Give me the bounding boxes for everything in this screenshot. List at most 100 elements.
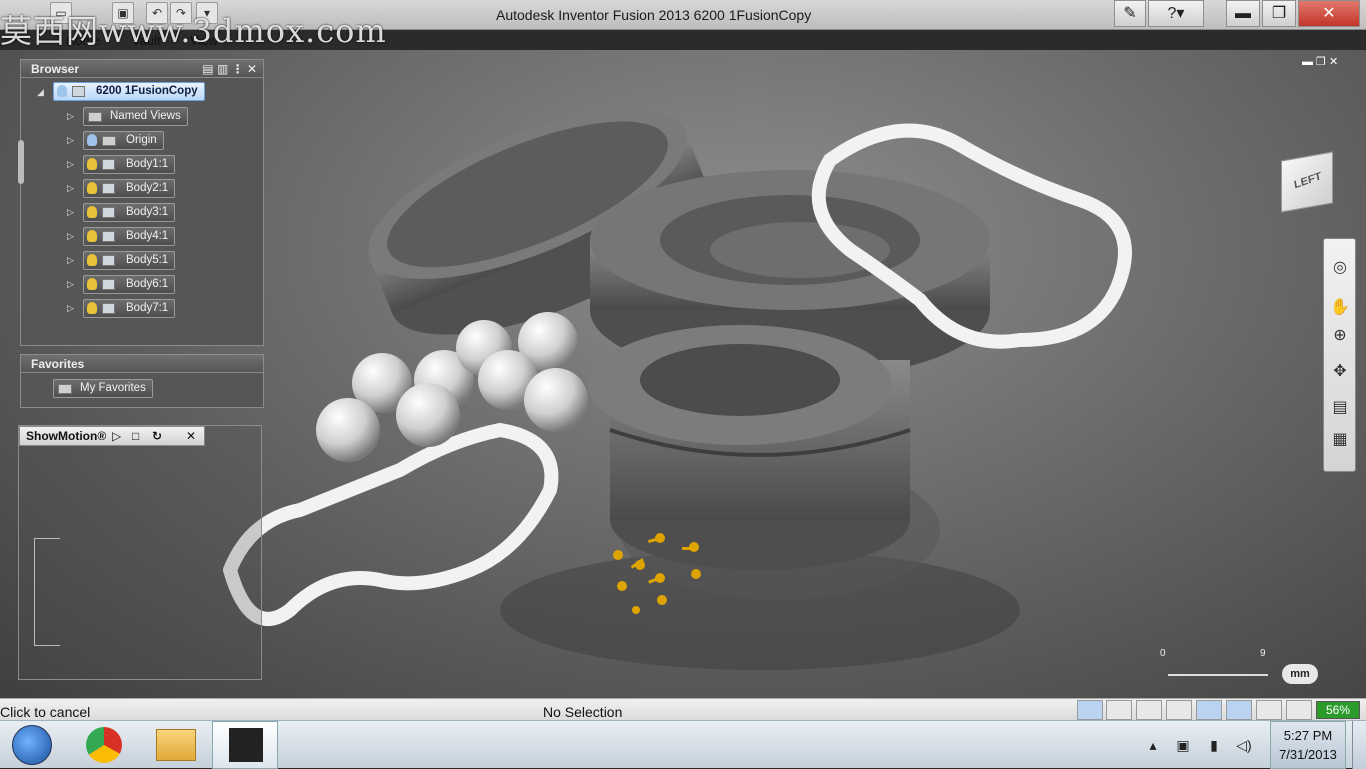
folder-icon	[102, 136, 116, 146]
unit-badge[interactable]: mm	[1282, 664, 1318, 684]
showmotion-close-icon[interactable]: ✕	[186, 427, 196, 445]
tree-node-named-views[interactable]: Named Views	[83, 107, 188, 126]
favorites-title: Favorites	[21, 355, 263, 373]
tree-node-body3[interactable]: Body3:1	[83, 203, 176, 222]
showmotion-icon[interactable]: ▦	[1329, 429, 1351, 451]
body-icon	[102, 207, 115, 218]
visibility-bulb-icon[interactable]	[87, 182, 97, 194]
viewport-window-controls[interactable]: ▬ ❐ ✕	[1302, 55, 1338, 68]
tray-show-hidden-icon[interactable]: ▴	[1144, 737, 1162, 753]
tree-node-label: Body4:1	[126, 230, 169, 242]
clock-time: 5:27 PM	[1283, 728, 1333, 743]
zoom-icon[interactable]: ⊕	[1329, 325, 1351, 347]
tree-node-body6[interactable]: Body6:1	[83, 275, 176, 294]
body-icon	[102, 159, 115, 170]
window-title: Autodesk Inventor Fusion 2013 6200 1Fusi…	[496, 7, 812, 23]
maximize-icon[interactable]: ❐	[1262, 0, 1296, 27]
tree-node-label: Body5:1	[126, 254, 169, 266]
view-cube[interactable]: LEFT	[1281, 151, 1333, 213]
visibility-bulb-icon[interactable]	[87, 206, 97, 218]
show-desktop-button[interactable]	[1352, 721, 1366, 769]
showmotion-title: ShowMotion®	[26, 429, 107, 443]
expander-body5[interactable]: ▷	[67, 256, 75, 265]
my-favorites-label: My Favorites	[80, 382, 146, 394]
tree-node-label: Body2:1	[126, 182, 169, 194]
network-icon[interactable]: ▣	[1174, 737, 1192, 753]
body-icon	[102, 279, 115, 290]
visibility-bulb-icon[interactable]	[87, 302, 97, 314]
look-at-icon[interactable]: ▤	[1329, 397, 1351, 419]
ground-plane-icon[interactable]	[1106, 700, 1132, 720]
showmotion-panel: ShowMotion® ▷ □ ↻ ✕	[18, 425, 262, 680]
clock-date: 7/31/2013	[1279, 747, 1337, 762]
tree-node-label: Body7:1	[126, 302, 169, 314]
tree-node-root[interactable]: 6200 1FusionCopy	[53, 82, 205, 101]
visibility-bulb-icon[interactable]	[87, 278, 97, 290]
tree-node-body7[interactable]: Body7:1	[83, 299, 176, 318]
body-icon	[102, 231, 115, 242]
measure-icon[interactable]	[1136, 700, 1162, 720]
tree-node-origin[interactable]: Origin	[83, 131, 164, 150]
clock[interactable]: 5:27 PM 7/31/2013	[1270, 721, 1346, 769]
chrome-icon[interactable]	[86, 727, 122, 763]
pan-hand-icon[interactable]: ✋	[1329, 297, 1351, 319]
navigation-bar: ◎ ✋ ⊕ ✥ ▤ ▦	[1323, 238, 1356, 472]
select-filter-icon[interactable]	[1077, 700, 1103, 720]
inventor-fusion-taskbar-button[interactable]	[212, 721, 278, 769]
body-icon	[102, 255, 115, 266]
status-prompt: Click to cancel	[0, 704, 91, 720]
lock-icon[interactable]	[1166, 700, 1192, 720]
expander-named-views[interactable]: ▷	[67, 112, 75, 121]
tree-node-body5[interactable]: Body5:1	[83, 251, 176, 270]
explorer-icon[interactable]	[156, 729, 196, 761]
visibility-bulb-icon[interactable]	[87, 254, 97, 266]
expander-origin[interactable]: ▷	[67, 136, 75, 145]
scale-min: 0	[1160, 648, 1166, 659]
visibility-bulb-icon[interactable]	[87, 134, 97, 146]
close-icon[interactable]: ✕	[1298, 0, 1360, 27]
folder-icon	[88, 112, 102, 122]
taskbar: ▴ ▣ ▮ ◁) 5:27 PM 7/31/2013	[0, 720, 1366, 769]
my-favorites-item[interactable]: My Favorites	[53, 379, 153, 398]
expander-body1[interactable]: ▷	[67, 160, 75, 169]
inner-ring-stack	[588, 325, 911, 570]
expander-body3[interactable]: ▷	[67, 208, 75, 217]
shadows-icon[interactable]	[1226, 700, 1252, 720]
tree-root-label: 6200 1FusionCopy	[96, 85, 198, 97]
tree-node-label: Body3:1	[126, 206, 169, 218]
play-icon[interactable]: ▷	[112, 427, 121, 445]
expander-body4[interactable]: ▷	[67, 232, 75, 241]
status-selection: No Selection	[543, 704, 623, 720]
reflections-icon[interactable]	[1256, 700, 1282, 720]
tree-node-body1[interactable]: Body1:1	[83, 155, 176, 174]
start-button[interactable]	[12, 725, 52, 765]
expander-root[interactable]: ◢	[37, 88, 45, 97]
showmotion-timeline[interactable]	[34, 538, 60, 646]
tree-node-label: Body6:1	[126, 278, 169, 290]
expander-body7[interactable]: ▷	[67, 304, 75, 313]
steering-wheel-icon[interactable]: ◎	[1329, 257, 1351, 279]
body-icon	[102, 183, 115, 194]
orbit-icon[interactable]: ✥	[1329, 361, 1351, 383]
scale-ruler	[1168, 674, 1268, 676]
expander-body2[interactable]: ▷	[67, 184, 75, 193]
loop-icon[interactable]: ↻	[152, 427, 162, 445]
visibility-bulb-icon[interactable]	[87, 230, 97, 242]
minimize-icon[interactable]: ▬	[1226, 0, 1260, 27]
stop-icon[interactable]: □	[132, 427, 139, 445]
scale-indicator: 0 9 mm 1	[1140, 646, 1330, 698]
power-icon[interactable]: ▮	[1205, 737, 1223, 753]
expander-body6[interactable]: ▷	[67, 280, 75, 289]
display-style-icon[interactable]	[1196, 700, 1222, 720]
communication-center-icon[interactable]: ✎	[1114, 0, 1146, 27]
cage-left	[223, 422, 559, 626]
tree-node-body4[interactable]: Body4:1	[83, 227, 176, 246]
browser-scrollbar[interactable]	[18, 140, 24, 184]
volume-icon[interactable]: ◁)	[1235, 737, 1253, 753]
visibility-bulb-icon[interactable]	[57, 85, 67, 97]
windows-icon[interactable]	[1286, 700, 1312, 720]
visibility-bulb-icon[interactable]	[87, 158, 97, 170]
tree-node-body2[interactable]: Body2:1	[83, 179, 176, 198]
browser-panel-controls[interactable]: ▤ ▥ ⋮ ✕	[202, 60, 257, 78]
help-icon[interactable]: ?▾	[1148, 0, 1204, 27]
